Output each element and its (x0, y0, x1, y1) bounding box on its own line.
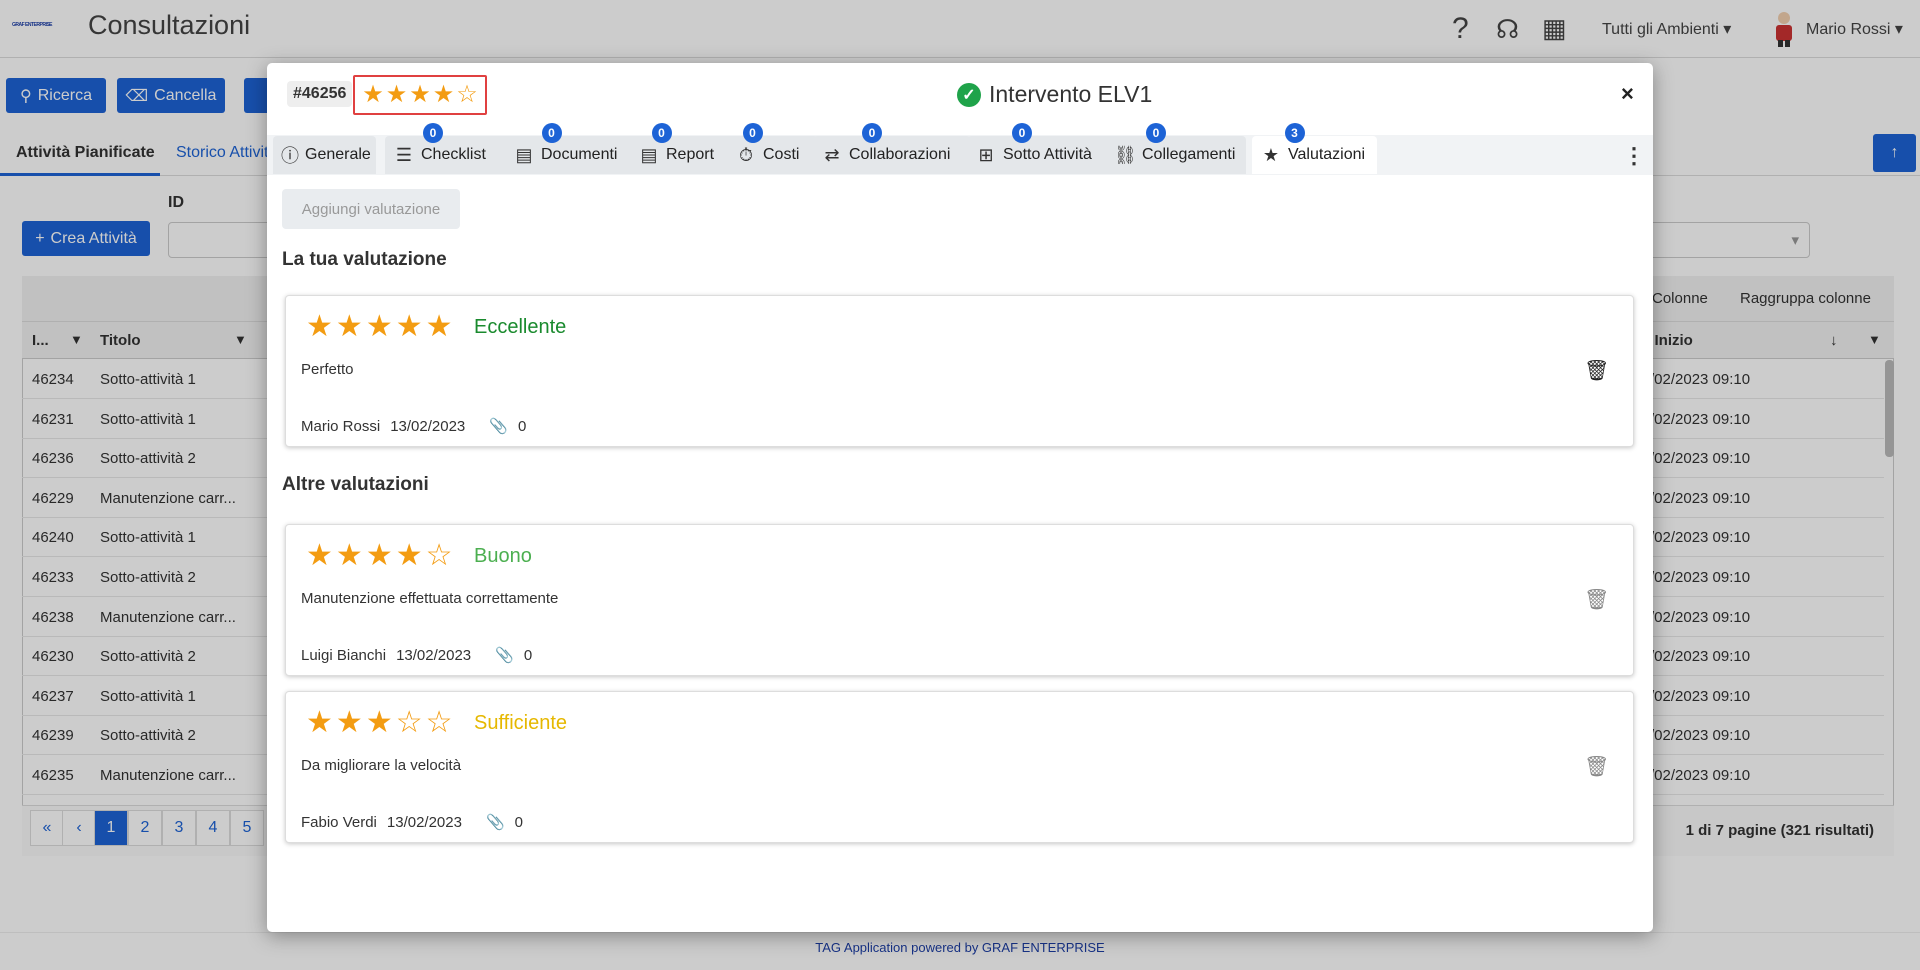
star-filled-icon: ★ (409, 81, 431, 108)
tab-count-badge: 0 (1146, 123, 1166, 143)
tab-count-badge: 0 (742, 123, 763, 143)
star-filled-icon: ★ (365, 706, 393, 739)
rating-label: Eccellente (474, 316, 567, 338)
star-filled-icon: ★ (432, 81, 455, 108)
tab-costi[interactable]: ⏱ Costi (727, 136, 818, 174)
tab-label: Report (666, 146, 715, 163)
activity-id-badge: #46256 (287, 81, 353, 107)
paperclip-icon[interactable]: 📎 (489, 417, 508, 435)
link-icon: ⛓ (1114, 144, 1137, 165)
handshake-icon: ⇄ (824, 144, 840, 165)
tab-documenti[interactable]: ▤ Documenti (505, 136, 638, 174)
modal-title: ✓ Intervento ELV1 (957, 81, 1152, 108)
tab-count-badge: 3 (1284, 123, 1305, 143)
star-filled-icon: ★ (385, 81, 408, 108)
star-empty-icon: ☆ (456, 81, 478, 108)
trash-icon[interactable]: 🗑 (1584, 754, 1609, 779)
rating-meta: Luigi Bianchi 13/02/2023 📎 0 (301, 646, 533, 665)
trash-icon[interactable]: 🗑 (1584, 358, 1609, 383)
modal-title-text: Intervento ELV1 (989, 81, 1153, 107)
sitemap-icon: ⊞ (978, 144, 994, 165)
attachment-count: 0 (517, 417, 527, 435)
stopwatch-icon: ⏱ (738, 144, 754, 165)
tab-label: Valutazioni (1288, 146, 1366, 163)
activity-modal: #46256 ★ ★ ★ ★ ☆ ✓ Intervento ELV1 × ⓘ Genera… (267, 63, 1653, 932)
rating-stars: ★ ★ ★ ☆ ☆ (306, 708, 453, 738)
rating-card: ★ ★ ★ ☆ ☆ Sufficiente Da migliorare la velocit… (285, 691, 1634, 843)
tab-count-badge: 0 (1012, 123, 1032, 143)
star-filled-icon: ★ (306, 706, 333, 739)
rating-meta: Fabio Verdi 13/02/2023 📎 0 (301, 813, 523, 832)
checklist-icon: ☰ (395, 144, 413, 165)
star-filled-icon: ★ (362, 81, 384, 108)
star-empty-icon: ☆ (425, 539, 453, 572)
rating-meta: Mario Rossi 13/02/2023 📎 0 (301, 417, 527, 436)
tab-label: Sotto Attività (1003, 146, 1092, 163)
paperclip-icon[interactable]: 📎 (486, 813, 505, 831)
star-empty-icon: ☆ (395, 706, 423, 739)
rating-comment: Perfetto (301, 361, 354, 378)
tab-label: Costi (763, 146, 800, 163)
tab-checklist[interactable]: ☰ Checklist (385, 136, 521, 174)
star-filled-icon: ★ (306, 539, 333, 572)
star-filled-icon: ★ (335, 310, 363, 343)
tab-count-badge: 0 (541, 123, 562, 143)
attachment-count: 0 (514, 813, 523, 831)
tab-label: Checklist (421, 146, 486, 163)
modal-header: #46256 ★ ★ ★ ★ ☆ ✓ Intervento ELV1 × (267, 63, 1653, 138)
star-filled-icon: ★ (425, 310, 453, 343)
rating-card: ★ ★ ★ ★ ☆ Buono Manutenzione effettuata corret… (285, 524, 1634, 676)
rating-label: Sufficiente (474, 712, 568, 734)
rating-label: Buono (474, 545, 532, 567)
rating-author: Luigi Bianchi (301, 646, 387, 664)
tab-count-badge: 0 (862, 123, 882, 143)
rating-author: Fabio Verdi (301, 813, 377, 831)
document-icon: ▤ (515, 144, 533, 165)
check-circle-icon: ✓ (957, 82, 981, 107)
star-empty-icon: ☆ (425, 706, 453, 739)
rating-date: 13/02/2023 (396, 646, 472, 664)
rating-stars: ★ ★ ★ ★ ★ (306, 312, 453, 342)
star-icon: ★ (1262, 144, 1280, 165)
more-options-icon[interactable]: ⋮ (1623, 143, 1645, 169)
tab-count-badge: 0 (423, 123, 443, 143)
tab-valutazioni[interactable]: ★ Valutazioni (1252, 136, 1377, 174)
tab-collaborazioni[interactable]: ⇄ Collaborazioni (813, 136, 971, 174)
tab-label: Generale (305, 146, 371, 163)
header-rating-stars: ★ ★ ★ ★ ☆ (353, 75, 487, 115)
trash-icon[interactable]: 🗑 (1584, 587, 1609, 612)
tab-generale[interactable]: ⓘ Generale (273, 136, 376, 174)
tab-collegamenti[interactable]: ⛓ Collegamenti (1106, 136, 1246, 174)
add-rating-button[interactable]: Aggiungi valutazione (282, 189, 460, 229)
rating-stars: ★ ★ ★ ★ ☆ (306, 541, 453, 571)
rating-date: 13/02/2023 (386, 813, 462, 831)
rating-date: 13/02/2023 (390, 417, 466, 435)
paperclip-icon[interactable]: 📎 (495, 646, 514, 664)
star-filled-icon: ★ (395, 310, 423, 343)
info-icon: ⓘ (281, 146, 299, 166)
star-filled-icon: ★ (365, 539, 393, 572)
tab-label: Collaborazioni (849, 146, 951, 163)
tab-label: Collegamenti (1142, 146, 1236, 163)
tab-report[interactable]: ▤ Report (630, 136, 733, 174)
star-filled-icon: ★ (395, 539, 423, 572)
attachment-count: 0 (523, 646, 533, 664)
report-icon: ▤ (640, 144, 658, 165)
rating-comment: Da migliorare la velocità (301, 757, 462, 774)
star-filled-icon: ★ (306, 310, 333, 343)
tab-count-badge: 0 (651, 123, 672, 143)
rating-comment: Manutenzione effettuata correttamente (301, 590, 559, 607)
rating-author: Mario Rossi (301, 417, 381, 435)
close-button[interactable]: × (1621, 81, 1634, 107)
other-ratings-heading: Altre valutazioni (282, 474, 429, 495)
rating-card: ★ ★ ★ ★ ★ Eccellente Perfetto Mario Rossi 13/02/… (285, 295, 1634, 447)
star-filled-icon: ★ (365, 310, 393, 343)
my-rating-heading: La tua valutazione (282, 249, 447, 270)
tab-label: Documenti (541, 146, 618, 163)
tab-sotto-attività[interactable]: ⊞ Sotto Attività (967, 136, 1117, 174)
star-filled-icon: ★ (335, 539, 363, 572)
star-filled-icon: ★ (335, 706, 363, 739)
